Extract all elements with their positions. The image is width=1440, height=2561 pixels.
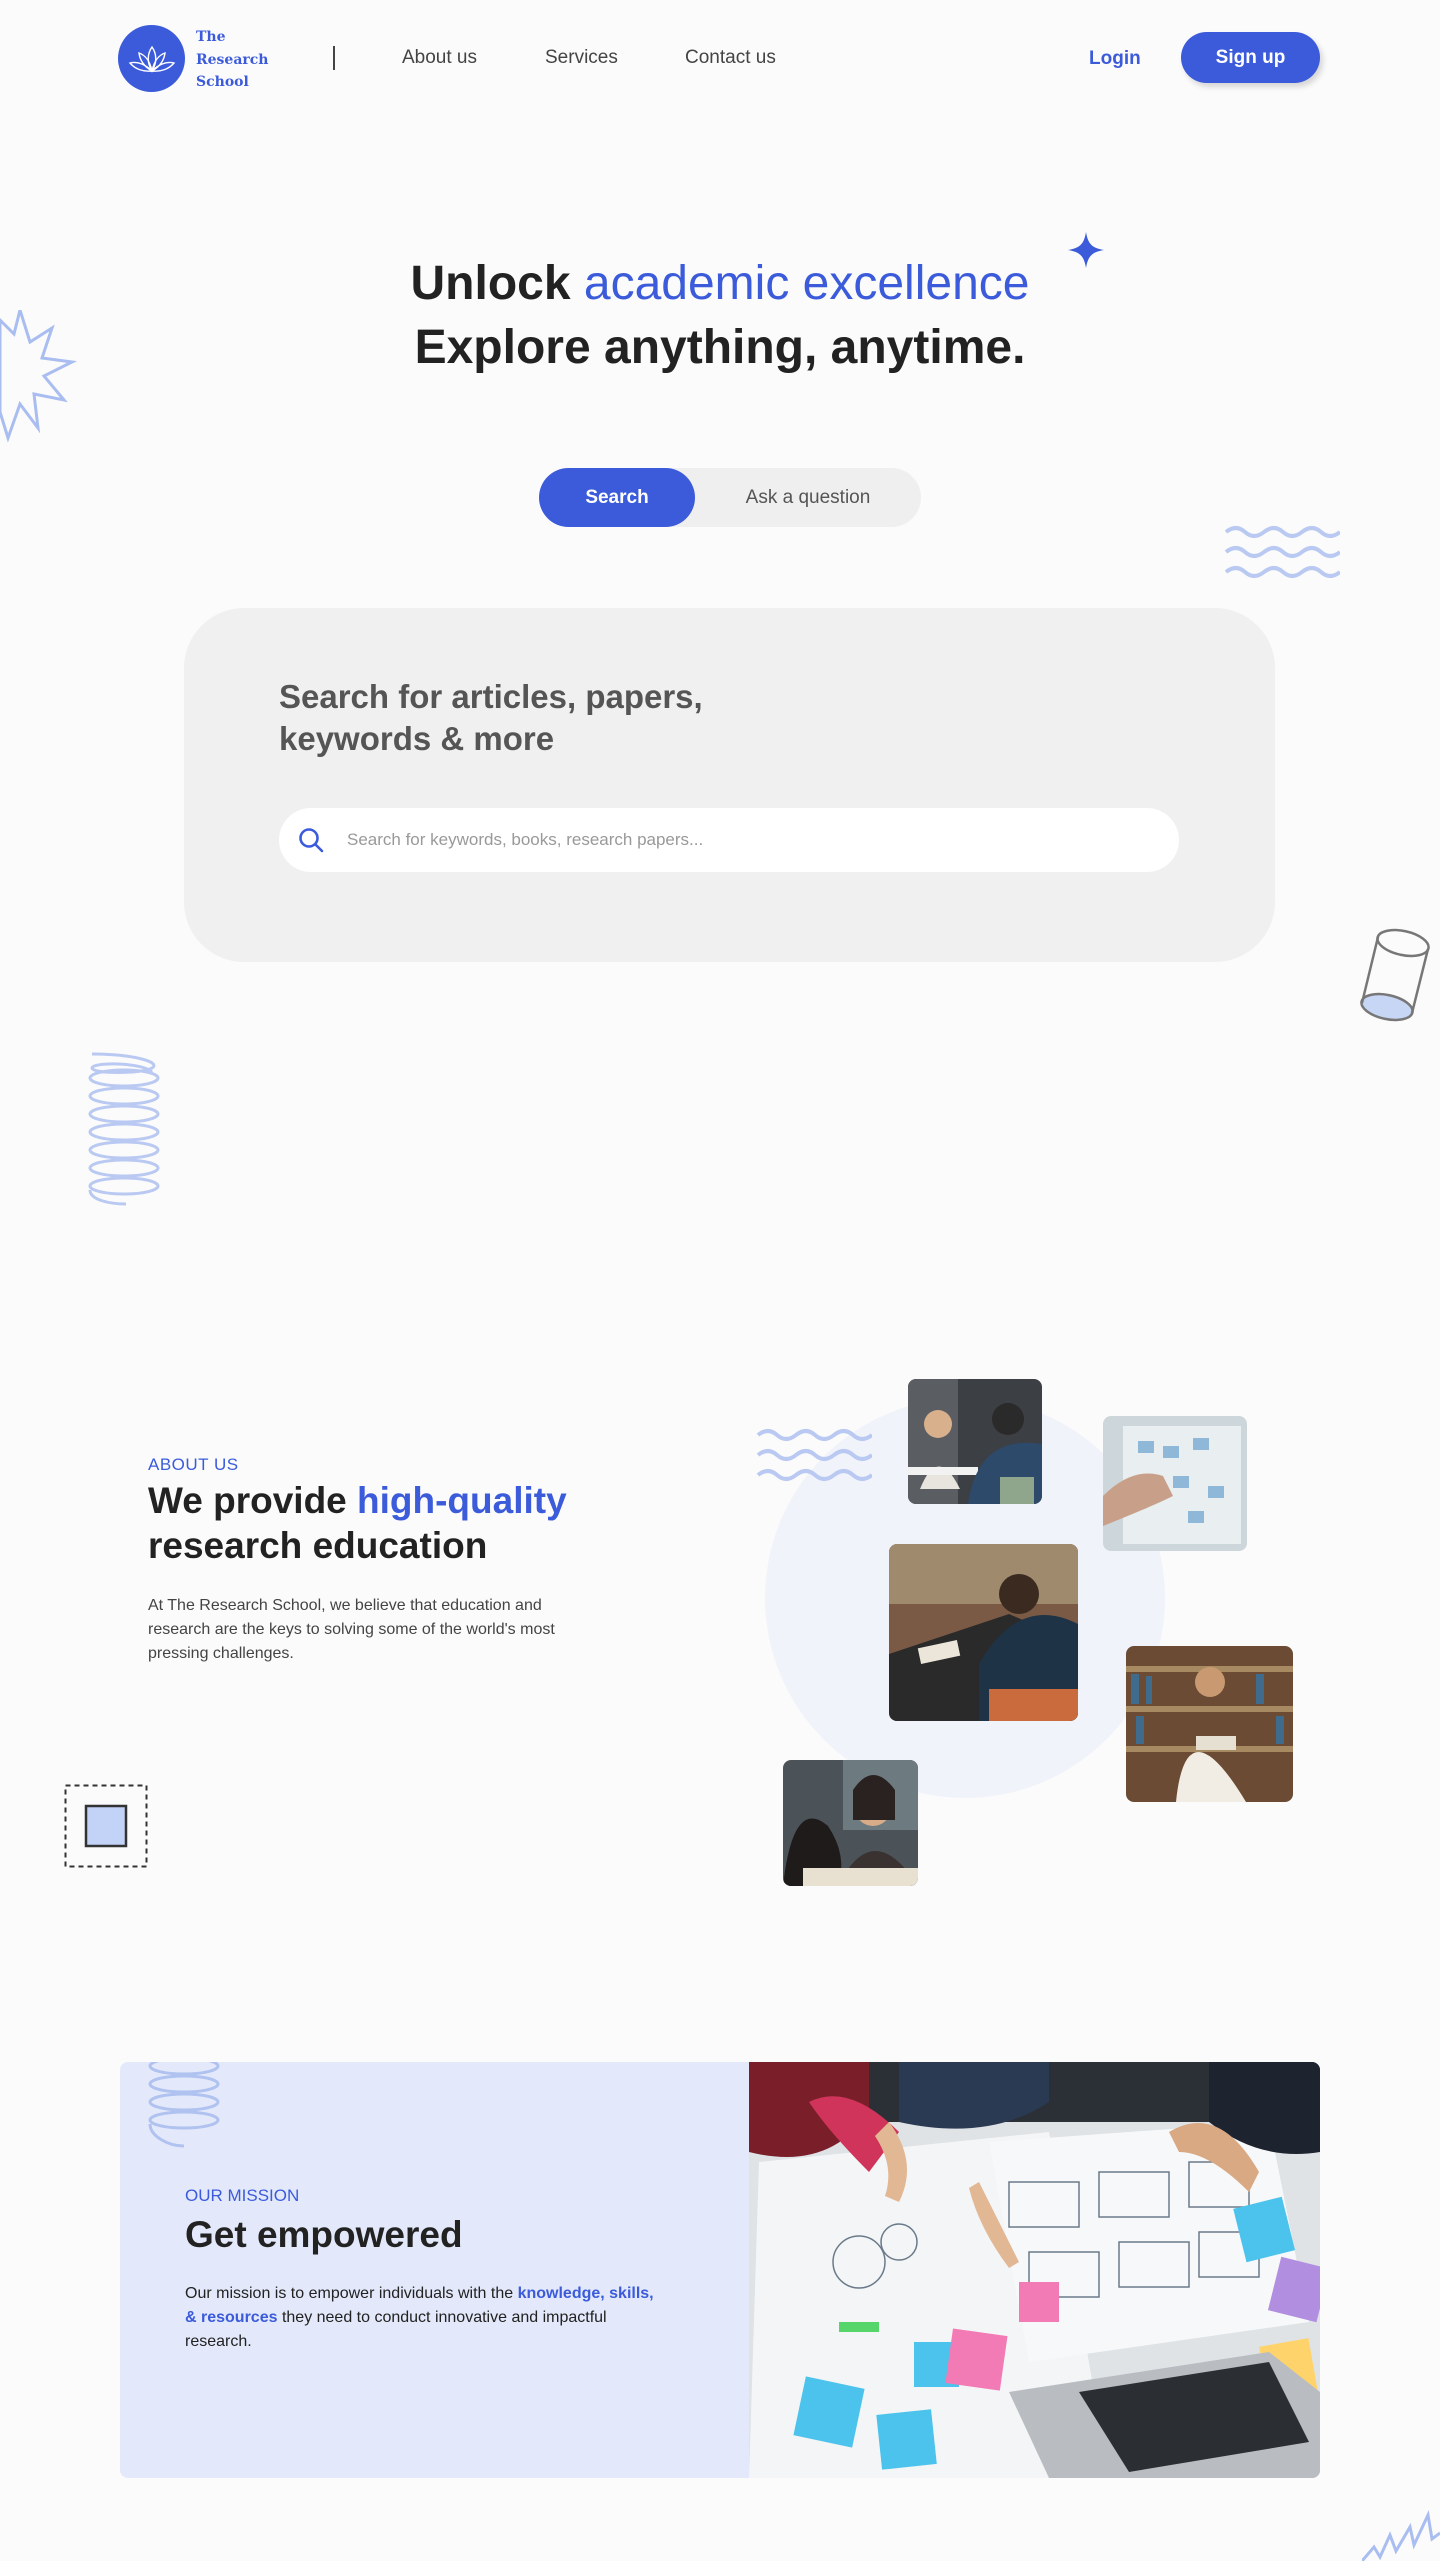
search-input[interactable]: [347, 808, 1147, 872]
photo-library-reader: [1126, 1646, 1293, 1802]
mission-body-lead: Our mission is to empower individuals wi…: [185, 2285, 518, 2302]
search-card-title: Search for articles, papers, keywords & …: [279, 678, 703, 757]
wave-lines-icon: [756, 1429, 872, 1481]
search-icon[interactable]: [297, 826, 325, 854]
spring-coil-icon: [88, 1052, 160, 1206]
ask-question-tab-button[interactable]: Ask a question: [695, 468, 921, 527]
mission-section: OUR MISSION Get empowered Our mission is…: [120, 2062, 1320, 2478]
about-title: We provide high-quality research educati…: [148, 1478, 668, 1568]
nav-contact-link[interactable]: Contact us: [685, 47, 776, 69]
mission-title: Get empowered: [185, 2214, 463, 2255]
logo-line-2: Research: [196, 51, 269, 68]
search-card: Search for articles, papers, keywords & …: [184, 608, 1275, 962]
photo-team-sticky-notes: [749, 2062, 1320, 2478]
mission-kicker: OUR MISSION: [185, 2186, 300, 2205]
logo-line-3: School: [196, 74, 249, 90]
nav-about-link[interactable]: About us: [402, 47, 477, 69]
login-link[interactable]: Login: [1089, 48, 1141, 70]
signup-button[interactable]: Sign up: [1181, 32, 1320, 83]
hero-title: Unlock academic excellence Explore anyth…: [0, 252, 1440, 380]
photo-planning-board: [1103, 1416, 1247, 1551]
dashed-square-icon: [64, 1784, 148, 1868]
search-bar[interactable]: [279, 808, 1179, 872]
logo-wordmark[interactable]: The Research School: [196, 26, 269, 94]
spring-coil-icon: [148, 2062, 220, 2148]
hero-title-lead: Unlock: [410, 257, 584, 310]
header-divider: [333, 46, 335, 70]
about-body: At The Research School, we believe that …: [148, 1597, 555, 1662]
nav-services-link[interactable]: Services: [545, 47, 618, 69]
cylinder-icon: [1360, 928, 1430, 1022]
site-header: The Research School About us Services Co…: [0, 0, 1440, 118]
search-tab-button[interactable]: Search: [539, 468, 695, 527]
photo-students-talking: [908, 1379, 1042, 1504]
about-kicker: ABOUT US: [148, 1455, 239, 1474]
mission-body: Our mission is to empower individuals wi…: [185, 2282, 655, 2354]
about-title-accent: high-quality: [357, 1480, 567, 1521]
wave-lines-icon: [1224, 526, 1340, 578]
hero-title-line-2: Explore anything, anytime.: [414, 321, 1026, 374]
photo-smiling-students: [783, 1760, 918, 1886]
logo-line-1: The: [196, 29, 226, 45]
lotus-logo-icon[interactable]: [118, 25, 185, 92]
starburst-icon: [1362, 2509, 1440, 2561]
about-title-tail: research education: [148, 1525, 488, 1566]
photo-student-writing: [889, 1544, 1078, 1721]
hero-title-line-1: Unlock academic excellence: [0, 252, 1440, 316]
about-title-lead: We provide: [148, 1480, 358, 1521]
search-mode-toggle: Search Ask a question: [539, 468, 921, 527]
hero-title-accent: academic excellence: [583, 257, 1030, 310]
